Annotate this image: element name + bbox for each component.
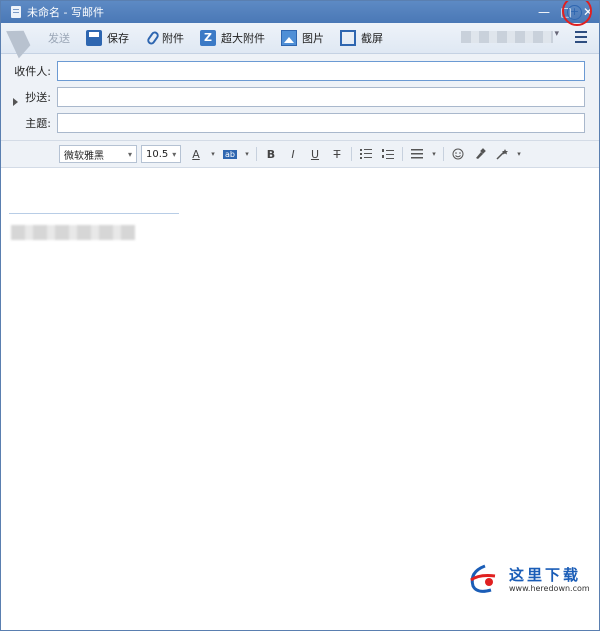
send-label: 发送 — [48, 32, 70, 45]
divider — [351, 147, 352, 161]
send-button[interactable]: 发送 — [5, 17, 76, 59]
to-label: 收件人: — [14, 65, 51, 78]
chevron-down-icon[interactable]: ▾ — [554, 29, 559, 39]
underline-button[interactable]: U — [304, 145, 326, 163]
subject-label: 主题: — [25, 117, 51, 130]
crop-icon — [340, 30, 356, 46]
signature-blurred — [11, 225, 135, 240]
screenshot-label: 截屏 — [361, 32, 383, 45]
message-header: 收件人: + 抄送: 主题: — [1, 1, 599, 141]
cc-label-wrap: 抄送: — [1, 89, 57, 106]
watermark-url: www.heredown.com — [509, 584, 590, 593]
font-family-value: 微软雅黑 — [64, 150, 104, 162]
subject-row: 主题: — [1, 110, 599, 136]
numbered-list-icon[interactable] — [377, 145, 399, 163]
magic-wand-dropdown[interactable]: ▾ — [513, 145, 525, 163]
watermark: 这里下载 www.heredown.com — [465, 562, 593, 596]
sender-account-blurred[interactable] — [461, 31, 553, 43]
attach-button[interactable]: 附件 — [139, 26, 190, 50]
chevron-down-icon: ▾ — [172, 149, 177, 159]
compose-window: 未命名 - 写邮件 — □ ✕ 发送 保存 附件 Z 超大附件 图片 截屏 ▾ … — [0, 0, 600, 631]
image-label: 图片 — [302, 32, 324, 45]
chevron-down-icon: ▾ — [127, 149, 132, 159]
save-button[interactable]: 保存 — [80, 26, 135, 50]
divider — [402, 147, 403, 161]
watermark-text: 这里下载 — [509, 566, 582, 584]
image-button[interactable]: 图片 — [275, 26, 330, 50]
format-painter-icon[interactable] — [469, 145, 491, 163]
save-icon — [86, 30, 102, 46]
font-family-select[interactable]: 微软雅黑 ▾ — [59, 145, 137, 163]
image-icon — [281, 30, 297, 46]
cc-row: 抄送: — [1, 84, 599, 110]
divider — [443, 147, 444, 161]
signature-divider — [9, 213, 179, 214]
large-attachment-icon: Z — [200, 30, 216, 46]
cc-input[interactable] — [57, 87, 585, 107]
align-dropdown[interactable]: ▾ — [428, 145, 440, 163]
strikethrough-button[interactable]: T — [326, 145, 348, 163]
divider — [256, 147, 257, 161]
message-body-editor[interactable]: 这里下载 www.heredown.com — [1, 168, 599, 602]
screenshot-button[interactable]: 截屏 — [334, 26, 389, 50]
large-attach-label: 超大附件 — [221, 32, 265, 45]
subject-input[interactable] — [57, 113, 585, 133]
format-toolbar: 微软雅黑 ▾ 10.5 ▾ A ▾ ab ▾ B I U T ▾ ▾ — [1, 141, 599, 168]
main-toolbar: 发送 保存 附件 Z 超大附件 图片 截屏 ▾ — [1, 17, 599, 59]
font-size-select[interactable]: 10.5 ▾ — [141, 145, 181, 163]
attach-label: 附件 — [162, 32, 184, 45]
minimize-button[interactable]: — — [533, 1, 555, 23]
align-icon[interactable] — [406, 145, 428, 163]
expand-triangle-icon[interactable] — [13, 98, 18, 106]
document-icon — [11, 6, 21, 18]
send-icon — [6, 17, 48, 59]
paperclip-icon — [145, 29, 161, 47]
to-input[interactable] — [57, 61, 585, 81]
title-bar[interactable]: 未命名 - 写邮件 — □ ✕ — [1, 1, 599, 23]
large-attach-button[interactable]: Z 超大附件 — [194, 26, 271, 50]
menu-icon[interactable] — [575, 31, 587, 43]
save-label: 保存 — [107, 32, 129, 45]
italic-button[interactable]: I — [282, 145, 304, 163]
to-row: 收件人: + — [1, 1, 599, 84]
magic-wand-icon[interactable] — [491, 145, 513, 163]
emoji-icon[interactable] — [447, 145, 469, 163]
cc-label: 抄送: — [25, 91, 51, 104]
highlight-button[interactable]: ab — [223, 149, 237, 159]
highlight-dropdown[interactable]: ▾ — [241, 145, 253, 163]
bullet-list-icon[interactable] — [355, 145, 377, 163]
font-color-dropdown[interactable]: ▾ — [207, 145, 219, 163]
watermark-logo — [470, 564, 496, 593]
font-color-button[interactable]: A — [185, 145, 207, 163]
window-title: 未命名 - 写邮件 — [27, 6, 104, 19]
bold-button[interactable]: B — [260, 145, 282, 163]
font-size-value: 10.5 — [146, 148, 169, 160]
